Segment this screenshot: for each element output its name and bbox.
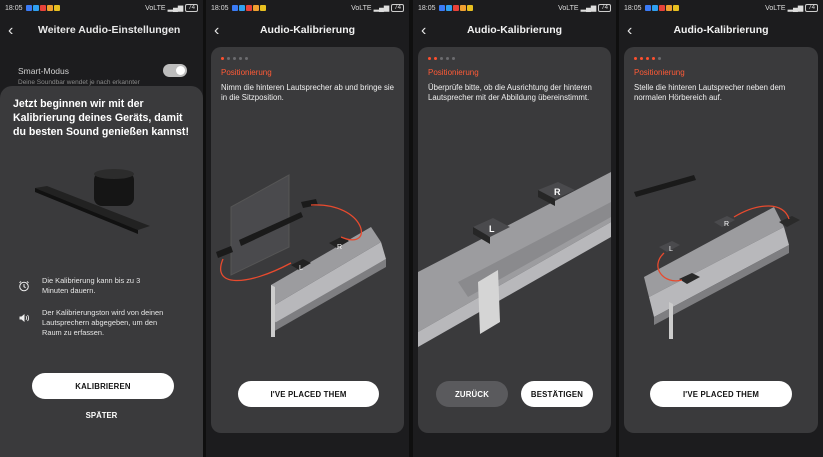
speaker-right-label: R: [337, 244, 342, 251]
notification-icons: [231, 5, 266, 11]
back-button[interactable]: ZURÜCK: [436, 381, 508, 407]
page-title: Weitere Audio-Einstellungen: [38, 24, 181, 36]
battery-indicator: 74: [185, 4, 198, 12]
later-button[interactable]: SPÄTER: [0, 411, 203, 420]
info-tone-text: Der Kalibrierungston wird von deinen Lau…: [42, 308, 164, 337]
battery-indicator: 74: [391, 4, 404, 12]
placed-them-button[interactable]: I'VE PLACED THEM: [238, 381, 379, 407]
step-label: Positionierung: [634, 68, 685, 77]
info-tone: Der Kalibrierungston wird von deinen Lau…: [17, 308, 170, 338]
network-label: VoLTE: [145, 4, 166, 12]
screen-verify-orientation: 18:05 VoLTE ▂▄▆ 74 ‹ Audio-Kalibrierung Po…: [413, 0, 616, 457]
info-duration-text: Die Kalibrierung kann bis zu 3 Minuten d…: [42, 276, 141, 295]
placed-them-button[interactable]: I'VE PLACED THEM: [650, 381, 792, 407]
battery-indicator: 74: [805, 4, 818, 12]
status-bar: 18:05 VoLTE ▂▄▆ 74: [619, 0, 823, 16]
speaker-right-label: R: [724, 221, 729, 228]
calibrate-button[interactable]: KALIBRIEREN: [32, 373, 174, 399]
calibration-card: Positionierung Stelle die hinteren Lauts…: [624, 47, 818, 433]
calibration-card: Positionierung Überprüfe bitte, ob die A…: [418, 47, 611, 433]
step-progress: [221, 57, 248, 60]
notification-icons: [644, 5, 679, 11]
status-time: 18:05: [211, 4, 229, 12]
setting-label: Smart-Modus: [18, 66, 70, 76]
soundbar-illustration: [35, 169, 150, 234]
smart-mode-toggle[interactable]: [163, 64, 187, 77]
signal-icon: ▂▄▆: [167, 5, 184, 12]
alarm-clock-icon: [17, 279, 31, 293]
step-progress: [634, 57, 661, 60]
room-illustration: L R: [216, 174, 386, 337]
status-bar: 18:05 VoLTE ▂▄▆ 74: [413, 0, 616, 16]
speaker-left-label: L: [489, 224, 495, 234]
status-bar: 18:05 VoLTE ▂▄▆ 74: [206, 0, 409, 16]
seating-illustration: L R: [634, 175, 800, 339]
screen-place-beside-seating: 18:05 VoLTE ▂▄▆ 74 ‹ Audio-Kalibrierung Po…: [619, 0, 823, 457]
status-time: 18:05: [5, 4, 23, 12]
battery-indicator: 74: [598, 4, 611, 12]
page-title: Audio-Kalibrierung: [259, 24, 356, 36]
notification-icons: [438, 5, 473, 11]
screen-remove-speakers: 18:05 VoLTE ▂▄▆ 74 ‹ Audio-Kalibrierung Po…: [206, 0, 409, 457]
back-arrow-icon[interactable]: ‹: [8, 23, 13, 39]
calibration-sheet: Jetzt beginnen wir mit der Kalibrierung …: [0, 86, 203, 457]
speaker-left-label: L: [669, 246, 673, 253]
network-label: VoLTE: [351, 4, 372, 12]
page-title: Audio-Kalibrierung: [673, 24, 769, 36]
signal-icon: ▂▄▆: [787, 5, 804, 12]
confirm-button[interactable]: BESTÄTIGEN: [521, 381, 593, 407]
setting-description: Deine Soundbar wendet je nach erkannter: [18, 79, 140, 86]
status-bar: 18:05 VoLTE ▂▄▆ 74: [0, 0, 203, 16]
status-time: 18:05: [418, 4, 436, 12]
speaker-right-label: R: [554, 187, 561, 197]
speaker-left-label: L: [299, 265, 303, 272]
signal-icon: ▂▄▆: [373, 5, 390, 12]
page-title: Audio-Kalibrierung: [466, 24, 563, 36]
signal-icon: ▂▄▆: [580, 5, 597, 12]
screen-calibration-intro: 18:05 VoLTE ▂▄▆ 74 ‹ Weitere Audio-Einstel…: [0, 0, 203, 457]
step-label: Positionierung: [428, 68, 479, 77]
info-duration: Die Kalibrierung kann bis zu 3 Minuten d…: [17, 276, 152, 296]
step-label: Positionierung: [221, 68, 272, 77]
calibration-card: Positionierung Nimm die hinteren Lautspr…: [211, 47, 404, 433]
instruction-text: Überprüfe bitte, ob die Ausrichtung der …: [428, 83, 592, 102]
instruction-text: Stelle die hinteren Lautsprecher neben d…: [634, 83, 786, 102]
network-label: VoLTE: [558, 4, 579, 12]
sofa-closeup-illustration: L R: [418, 172, 611, 347]
sheet-title: Jetzt beginnen wir mit der Kalibrierung …: [13, 98, 189, 138]
speaker-volume-icon: [17, 311, 31, 325]
notification-icons: [25, 5, 60, 11]
network-label: VoLTE: [765, 4, 786, 12]
instruction-text: Nimm die hinteren Lautsprecher ab und br…: [221, 83, 394, 102]
step-progress: [428, 57, 455, 60]
status-time: 18:05: [624, 4, 642, 12]
